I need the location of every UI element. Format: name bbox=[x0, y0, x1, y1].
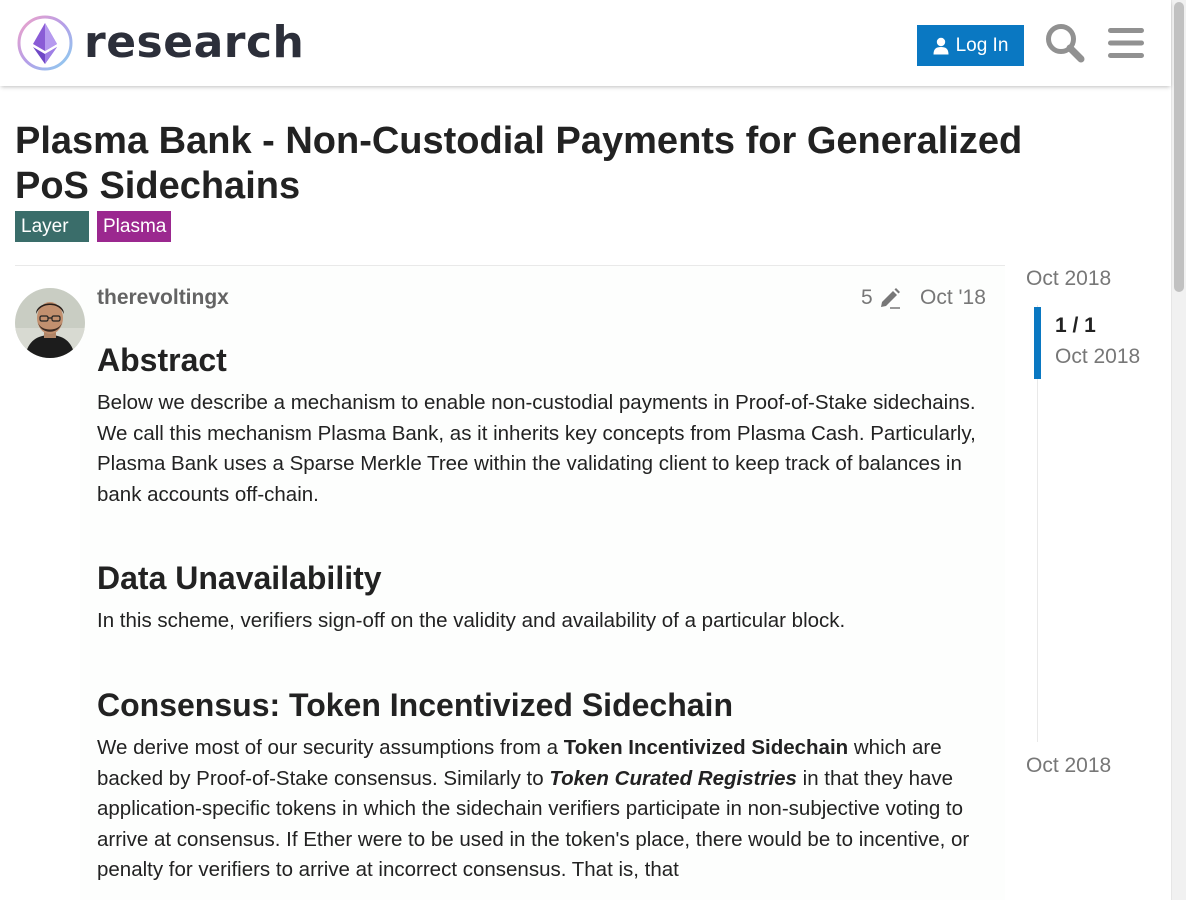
section-text-consensus: We derive most of our security assumptio… bbox=[97, 733, 987, 886]
timeline-position-date: Oct 2018 bbox=[1055, 345, 1141, 368]
site-logo[interactable]: research bbox=[16, 14, 304, 72]
tag-layer-2[interactable]: Layer 2 bbox=[15, 211, 89, 268]
section-heading-data-unavailability: Data Unavailability bbox=[97, 560, 382, 597]
site-header: research Log In bbox=[0, 0, 1171, 86]
ethereum-research-logo-icon bbox=[17, 15, 73, 71]
post-body: Abstract Below we describe a mechanism t… bbox=[97, 338, 987, 886]
pencil-icon bbox=[880, 288, 900, 309]
login-button-label: Log In bbox=[955, 34, 1009, 56]
consensus-bold-italic-term: Token Curated Registries bbox=[549, 766, 797, 790]
post-username[interactable]: therevoltingx bbox=[97, 284, 229, 312]
page-scrollbar-thumb[interactable] bbox=[1174, 2, 1184, 292]
tag-plasma[interactable]: Plasma bbox=[97, 211, 171, 242]
post-date[interactable]: Oct '18 bbox=[920, 284, 986, 312]
topic-title[interactable]: Plasma Bank - Non-Custodial Payments for… bbox=[15, 119, 1055, 209]
consensus-text-part-1: We derive most of our security assumptio… bbox=[97, 735, 564, 759]
consensus-bold-term: Token Incentivized Sidechain bbox=[563, 735, 849, 759]
user-icon bbox=[933, 37, 949, 54]
timeline-post-position: 1 / 1 bbox=[1055, 314, 1096, 337]
avatar[interactable] bbox=[15, 288, 85, 358]
search-icon[interactable] bbox=[1044, 22, 1086, 69]
login-button[interactable]: Log In bbox=[917, 25, 1024, 66]
site-logo-text: research bbox=[84, 17, 305, 68]
edit-count: 5 bbox=[861, 286, 873, 309]
timeline-end-date[interactable]: Oct 2018 bbox=[1026, 752, 1111, 780]
section-text-abstract: Below we describe a mechanism to enable … bbox=[97, 391, 976, 506]
timeline-scroll-handle[interactable] bbox=[1034, 307, 1041, 379]
timeline-start-date[interactable]: Oct 2018 bbox=[1026, 265, 1111, 293]
post-edit-history[interactable]: 5 bbox=[861, 284, 901, 312]
section-heading-abstract: Abstract bbox=[97, 342, 227, 378]
section-text-data-unavailability: In this scheme, verifiers sign-off on th… bbox=[97, 609, 846, 633]
hamburger-menu-icon[interactable] bbox=[1106, 22, 1146, 69]
section-heading-consensus: Consensus: Token Incentivized Sidechain bbox=[97, 686, 733, 723]
